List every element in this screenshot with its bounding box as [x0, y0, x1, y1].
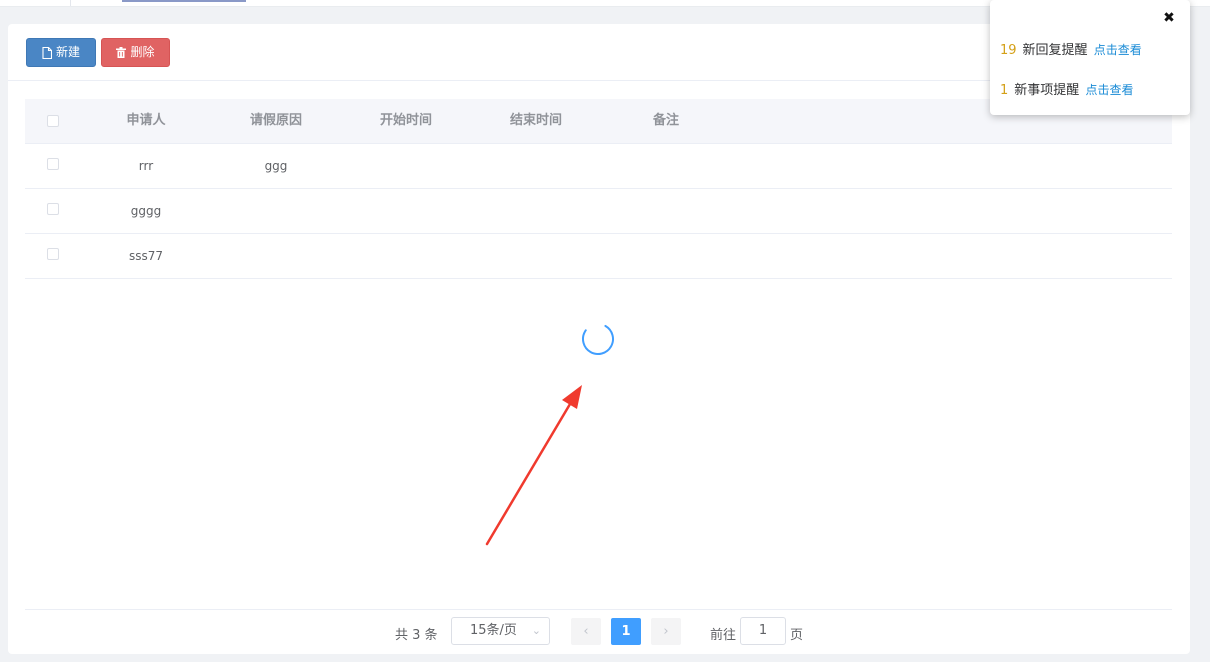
column-header-start-time[interactable]: 开始时间 — [341, 99, 471, 143]
task-label: 新事项提醒 — [1014, 83, 1080, 98]
main-panel: 新建 删除 申请人 请假原因 开始时间 结束时间 备注 rrr ggg gggg… — [8, 24, 1190, 654]
document-icon — [42, 46, 52, 59]
column-header-remark[interactable]: 备注 — [601, 99, 731, 143]
page-number-button[interactable]: 1 — [611, 618, 641, 645]
page-size-select[interactable]: 15条/页 ⌄ — [451, 617, 550, 645]
trash-icon — [116, 47, 127, 58]
cell-applicant: sss77 — [128, 249, 164, 263]
notification-popup: ✖ 19 新回复提醒 点击查看 1 新事项提醒 点击查看 — [990, 0, 1190, 115]
loading-spinner-icon — [582, 323, 614, 355]
red-arrow-annotation — [485, 385, 582, 546]
cell-applicant: rrr — [138, 159, 154, 173]
tab-separator — [70, 0, 71, 6]
goto-page-input[interactable]: 1 — [740, 617, 786, 645]
prev-page-button[interactable]: ‹ — [571, 618, 601, 645]
new-button-label: 新建 — [55, 45, 80, 59]
reply-count: 19 — [1000, 43, 1017, 58]
cell-applicant: gggg — [130, 204, 162, 218]
leave-request-table: 申请人 请假原因 开始时间 结束时间 备注 rrr ggg gggg sss77 — [25, 99, 1172, 279]
row-checkbox[interactable] — [47, 248, 59, 260]
table-row[interactable]: rrr ggg — [25, 144, 1172, 189]
select-all-checkbox[interactable] — [47, 115, 59, 127]
pagination-total: 共 3 条 — [395, 628, 438, 643]
column-header-end-time[interactable]: 结束时间 — [471, 99, 601, 143]
row-checkbox[interactable] — [47, 203, 59, 215]
goto-suffix: 页 — [790, 628, 804, 643]
goto-label: 前往 — [710, 628, 737, 643]
pagination: 共 3 条 15条/页 ⌄ ‹ 1 › 前往 1 页 — [25, 609, 1172, 654]
table-row[interactable]: gggg — [25, 189, 1172, 234]
reply-label: 新回复提醒 — [1022, 43, 1088, 58]
row-checkbox[interactable] — [47, 158, 59, 170]
task-view-link[interactable]: 点击查看 — [1085, 83, 1133, 97]
chevron-right-icon: › — [663, 624, 669, 639]
next-page-button[interactable]: › — [651, 618, 681, 645]
close-icon[interactable]: ✖ — [1160, 9, 1178, 27]
new-button[interactable]: 新建 — [26, 38, 96, 67]
chevron-down-icon: ⌄ — [531, 624, 541, 637]
delete-button[interactable]: 删除 — [101, 38, 170, 67]
task-count: 1 — [1000, 83, 1009, 98]
notification-task: 1 新事项提醒 点击查看 — [1000, 79, 1133, 98]
active-tab-indicator — [122, 0, 246, 2]
reply-view-link[interactable]: 点击查看 — [1094, 43, 1142, 57]
delete-button-label: 删除 — [130, 45, 155, 59]
page-size-value: 15条/页 — [470, 623, 517, 638]
cell-reason: ggg — [264, 159, 288, 173]
chevron-left-icon: ‹ — [583, 624, 589, 639]
notification-reply: 19 新回复提醒 点击查看 — [1000, 39, 1142, 58]
column-header-reason[interactable]: 请假原因 — [211, 99, 341, 143]
table-row[interactable]: sss77 — [25, 234, 1172, 279]
column-header-applicant[interactable]: 申请人 — [81, 99, 211, 143]
